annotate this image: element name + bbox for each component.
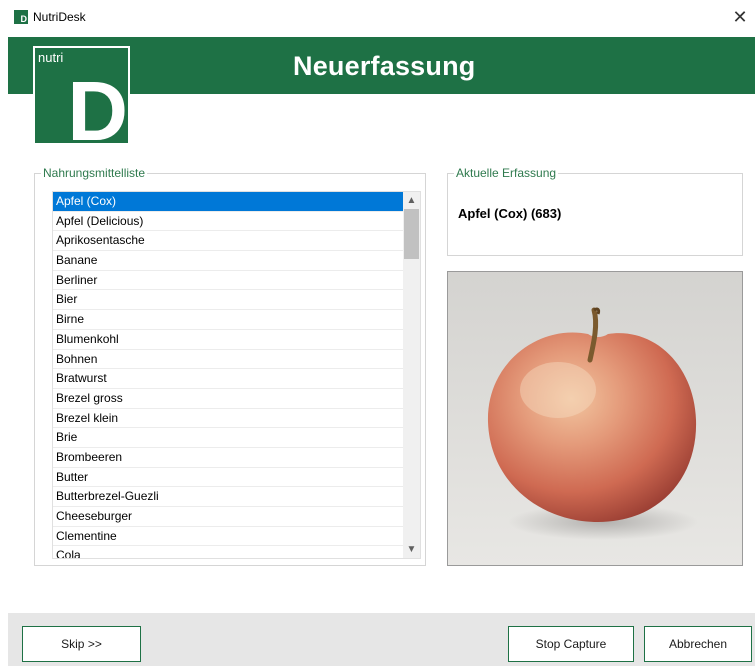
list-item[interactable]: Berliner (53, 271, 403, 291)
scroll-thumb[interactable] (404, 209, 419, 259)
food-photo (447, 271, 743, 566)
title-bar: D NutriDesk ✕ (8, 0, 755, 36)
list-item[interactable]: Bratwurst (53, 369, 403, 389)
app-icon: D (14, 10, 28, 24)
page-title: Neuerfassung (293, 51, 476, 81)
nutridesk-logo: nutri D (33, 46, 130, 158)
current-capture-group: Aktuelle Erfassung Apfel (Cox) (683) (447, 166, 743, 256)
footer-bar: Skip >> Stop Capture Abbrechen (8, 613, 755, 666)
current-capture-legend: Aktuelle Erfassung (454, 166, 559, 180)
food-list-items: Apfel (Cox) Apfel (Delicious) Aprikosentas… (53, 192, 403, 558)
list-item[interactable]: Butterbrezel-Guezli (53, 487, 403, 507)
list-item[interactable]: Cola (53, 546, 403, 558)
list-item[interactable]: Bier (53, 290, 403, 311)
list-item[interactable]: Apfel (Delicious) (53, 212, 403, 232)
scroll-up-arrow-icon[interactable]: ▲ (403, 192, 420, 209)
list-item[interactable]: Bohnen (53, 350, 403, 370)
list-item[interactable]: Banane (53, 251, 403, 271)
list-item[interactable]: Clementine (53, 527, 403, 547)
scroll-down-arrow-icon[interactable]: ▼ (403, 541, 420, 558)
list-item[interactable]: Brezel klein (53, 409, 403, 429)
list-item[interactable]: Butter (53, 468, 403, 488)
food-listbox[interactable]: Apfel (Cox) Apfel (Delicious) Aprikosentas… (52, 191, 421, 559)
logo-small-text: nutri (38, 50, 64, 65)
apple-photo (448, 272, 742, 565)
close-button[interactable]: ✕ (725, 4, 755, 30)
list-item[interactable]: Cheeseburger (53, 507, 403, 527)
list-item[interactable]: Brombeeren (53, 448, 403, 468)
window-title: NutriDesk (33, 10, 86, 24)
logo-big-letter: D (67, 64, 128, 158)
skip-button[interactable]: Skip >> (22, 626, 141, 662)
list-item[interactable]: Birne (53, 310, 403, 330)
list-item[interactable]: Brezel gross (53, 389, 403, 409)
list-item[interactable]: Brie (53, 428, 403, 448)
stop-capture-button[interactable]: Stop Capture (508, 626, 634, 662)
list-item[interactable]: Blumenkohl (53, 330, 403, 350)
food-list-group: Nahrungsmittelliste Apfel (Cox) Apfel (De… (34, 166, 426, 566)
list-item[interactable]: Apfel (Cox) (53, 192, 403, 212)
cancel-button[interactable]: Abbrechen (644, 626, 752, 662)
food-list-legend: Nahrungsmittelliste (41, 166, 148, 180)
current-capture-value: Apfel (Cox) (683) (458, 206, 562, 221)
list-scrollbar[interactable]: ▲ ▼ (403, 192, 420, 558)
list-item[interactable]: Aprikosentasche (53, 231, 403, 252)
